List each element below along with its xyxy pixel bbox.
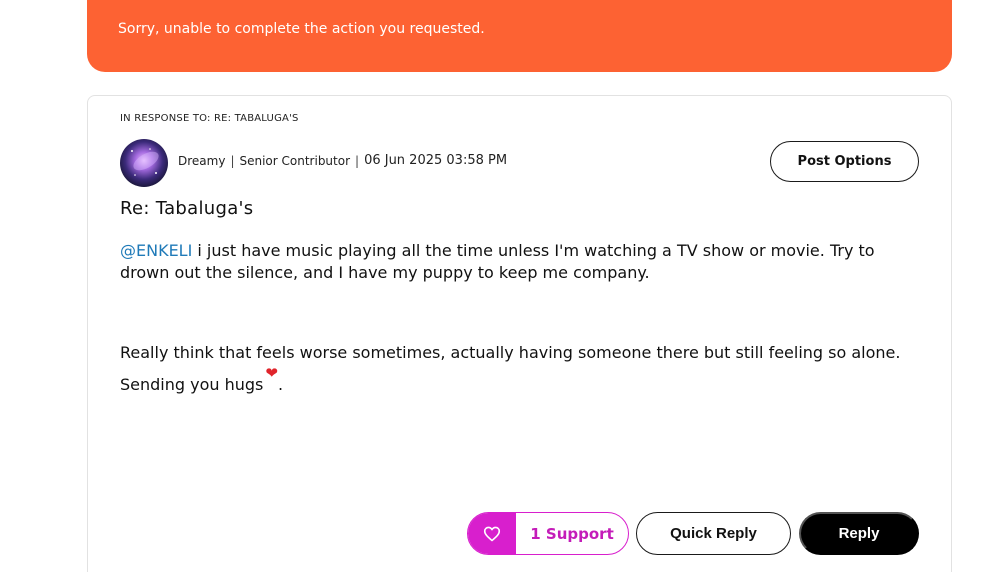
- body-paragraph: Really think that feels worse sometimes,…: [120, 343, 901, 362]
- post-body: @ENKELI i just have music playing all th…: [120, 240, 920, 396]
- avatar[interactable]: [120, 139, 168, 187]
- post-subject: Re: Tabaluga's: [120, 198, 254, 219]
- in-response-to: IN RESPONSE TO: RE: TABALUGA'S: [120, 113, 299, 124]
- quick-reply-button[interactable]: Quick Reply: [636, 512, 791, 555]
- error-banner: Sorry, unable to complete the action you…: [87, 0, 952, 72]
- author-name[interactable]: Dreamy: [178, 154, 225, 168]
- author-rank: Senior Contributor: [239, 153, 351, 168]
- heart-outline-icon: [468, 513, 516, 554]
- post-date: 06 Jun 2025 03:58 PM: [364, 153, 508, 168]
- support-button[interactable]: 1 Support: [467, 512, 629, 555]
- body-paragraph: @ENKELI i just have music playing all th…: [120, 240, 920, 284]
- galaxy-avatar-icon: [120, 139, 168, 187]
- post-options-button[interactable]: Post Options: [770, 141, 919, 182]
- reply-button[interactable]: Reply: [799, 512, 919, 555]
- meta-separator: |: [355, 153, 360, 168]
- body-paragraph: Sending you hugs❤.: [120, 364, 920, 396]
- error-message: Sorry, unable to complete the action you…: [118, 21, 485, 37]
- user-mention-link[interactable]: @ENKELI: [120, 241, 192, 260]
- body-text: i just have music playing all the time u…: [120, 241, 875, 282]
- meta-separator: |: [230, 153, 235, 168]
- post-card: IN RESPONSE TO: RE: TABALUGA'S Dreamy | …: [87, 95, 952, 572]
- support-count-label: 1 Support: [530, 524, 614, 543]
- body-text: .: [277, 375, 284, 394]
- body-text: Sending you hugs: [120, 375, 264, 394]
- heart-emoji-icon: ❤: [265, 364, 278, 382]
- post-meta: Dreamy | Senior Contributor | 06 Jun 202…: [178, 153, 507, 168]
